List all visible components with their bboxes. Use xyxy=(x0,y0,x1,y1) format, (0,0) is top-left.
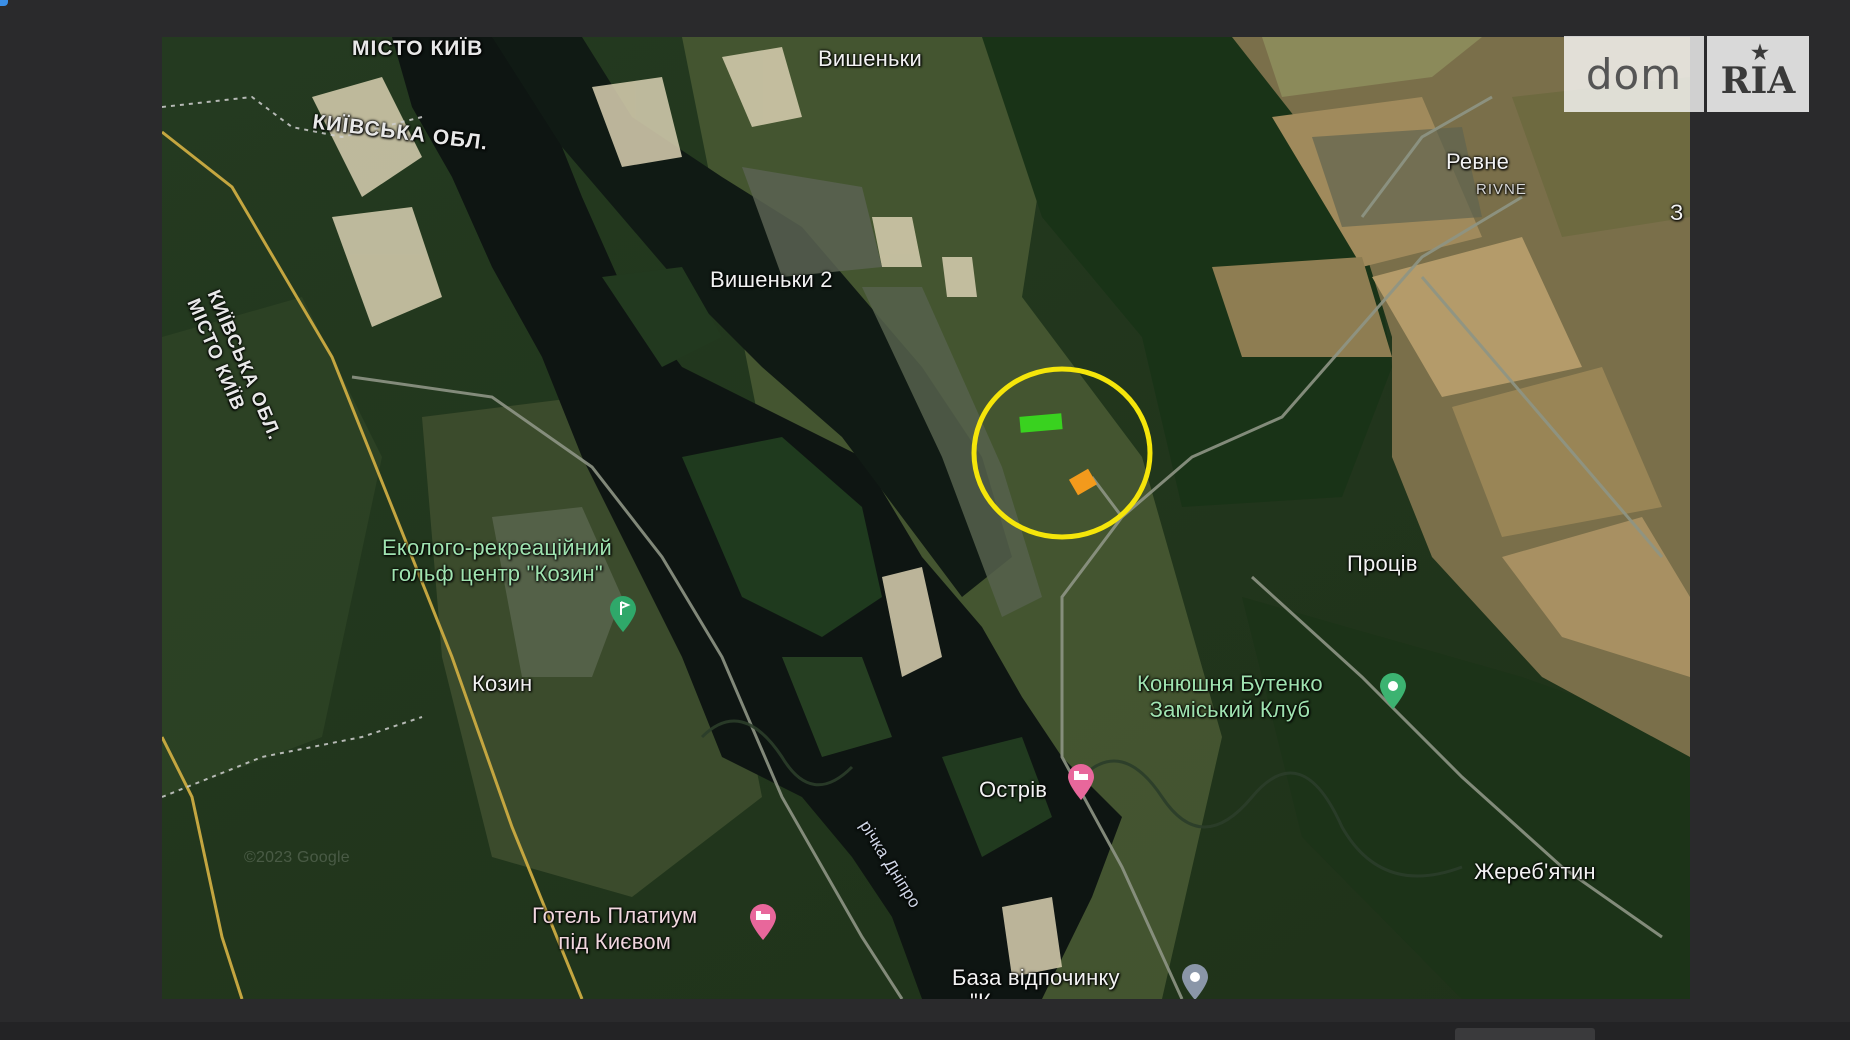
label-golf-line1: Еколого-рекреаційний xyxy=(382,535,613,560)
viewer-bottom-bar xyxy=(0,1022,1850,1040)
label-zherebiatyn: Жереб'ятин xyxy=(1474,859,1596,884)
label-rivne: Ревне xyxy=(1446,149,1510,174)
grey-place-pin-icon[interactable] xyxy=(1180,963,1210,999)
logo-ria: ★ RIA xyxy=(1707,36,1809,112)
label-stable: Конюшня Бутенко Заміський Клуб xyxy=(1137,671,1323,723)
label-golf-line2: гольф центр "Козин" xyxy=(391,561,603,586)
star-icon: ★ xyxy=(1751,40,1769,64)
viewer-scroll-handle[interactable] xyxy=(1455,1028,1595,1040)
label-vyshenky: Вишеньки xyxy=(818,46,922,71)
label-stable-line1: Конюшня Бутенко xyxy=(1137,671,1323,696)
golf-pin-icon[interactable] xyxy=(608,595,638,633)
image-viewer: МІСТО КИЇВ КИЇВСЬКА ОБЛ. Вишеньки Вишень… xyxy=(0,0,1850,1040)
hotel-pin-icon[interactable] xyxy=(748,903,778,941)
label-golf-center: Еколого-рекреаційний гольф центр "Козин" xyxy=(382,535,612,587)
rivne-town xyxy=(1312,127,1482,227)
label-protsiv: Проців xyxy=(1347,551,1418,576)
label-base: База відпочинку xyxy=(952,965,1120,990)
map-watermark: ©2023 Google xyxy=(244,849,350,866)
label-rivne-latin: RIVNE xyxy=(1476,181,1527,198)
logo-ria-text: RIA xyxy=(1720,60,1796,102)
label-kozyn: Козин xyxy=(472,671,533,696)
label-edge-z: З xyxy=(1670,200,1684,225)
label-misto-kyiv: МІСТО КИЇВ xyxy=(352,37,484,60)
map-imagery xyxy=(162,37,1690,999)
dom-ria-logo[interactable]: dom ★ RIA xyxy=(1564,36,1809,112)
satellite-map[interactable]: МІСТО КИЇВ КИЇВСЬКА ОБЛ. Вишеньки Вишень… xyxy=(162,37,1690,999)
label-ostriv: Острів xyxy=(979,777,1048,802)
hotel-pin-icon[interactable] xyxy=(1066,763,1096,801)
green-place-pin-icon[interactable] xyxy=(1378,672,1408,710)
label-hotel-platium: Готель Платиум під Києвом xyxy=(532,903,697,955)
label-stable-line2: Заміський Клуб xyxy=(1149,697,1311,722)
label-hotel-line1: Готель Платиум xyxy=(532,903,698,928)
label-vyshenky-2: Вишеньки 2 xyxy=(710,267,833,292)
label-hotel-line2: під Києвом xyxy=(558,929,672,954)
window-corner-indicator xyxy=(0,0,8,6)
label-base-partial: "К xyxy=(970,989,991,999)
logo-dom-text: dom xyxy=(1564,36,1704,112)
